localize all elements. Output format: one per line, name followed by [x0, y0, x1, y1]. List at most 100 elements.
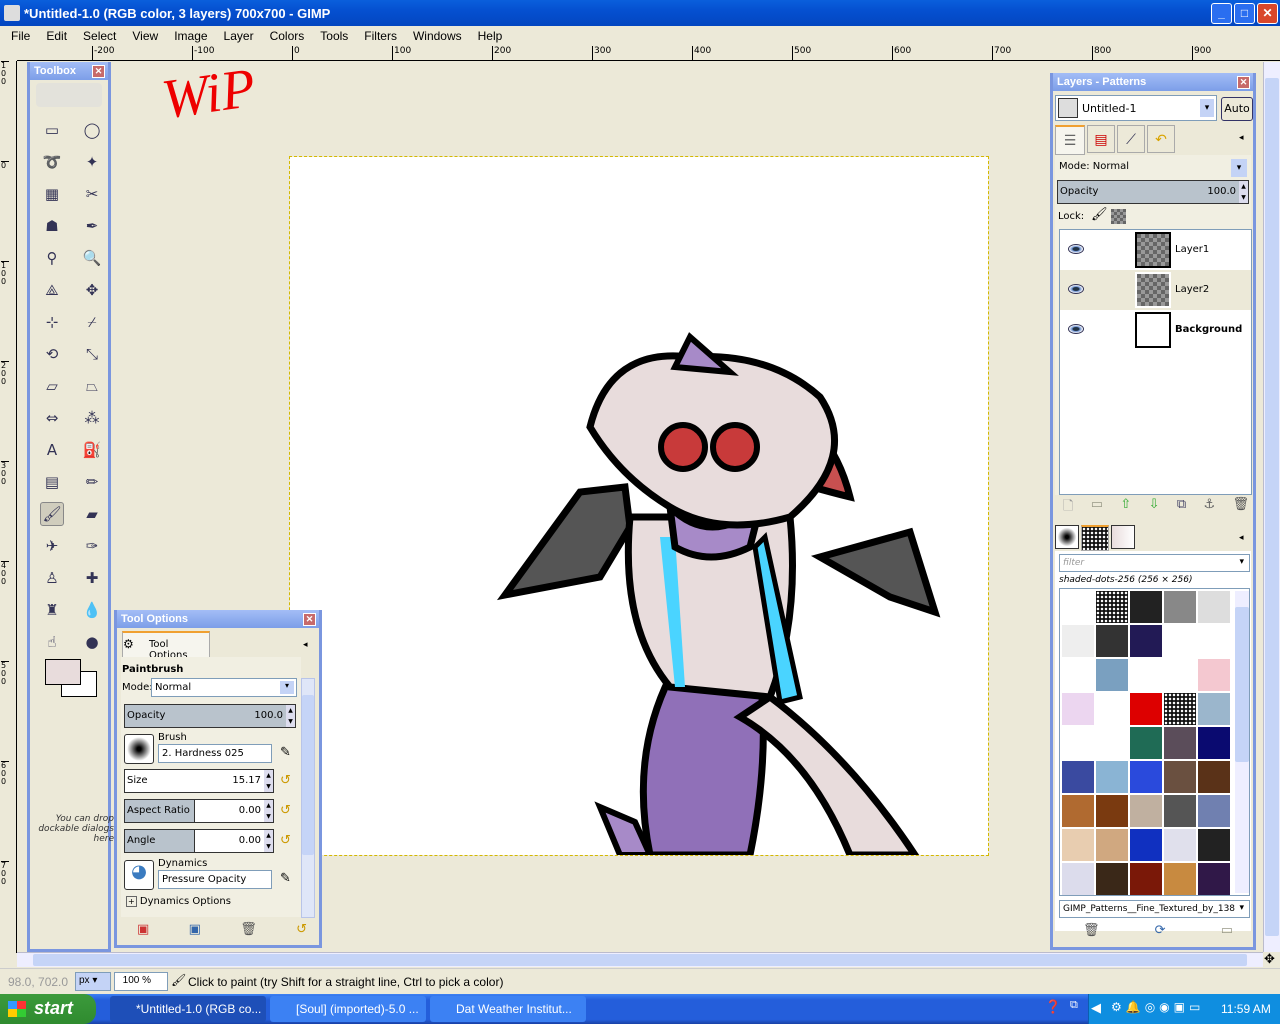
blend-tool-icon[interactable]: ▤: [40, 470, 64, 494]
cage-tool-icon[interactable]: ⁂: [80, 406, 104, 430]
tray-collapse-icon[interactable]: ◀: [1091, 1000, 1101, 1016]
pattern-swatch[interactable]: [1062, 829, 1094, 861]
pattern-filter-input[interactable]: filter ▾: [1059, 554, 1250, 572]
pattern-swatch[interactable]: [1096, 693, 1128, 725]
delete-layer-icon[interactable]: 🗑: [1232, 497, 1249, 519]
eye-visibility-icon[interactable]: [1068, 284, 1084, 294]
pattern-swatch[interactable]: [1164, 591, 1196, 623]
reset-options-icon[interactable]: ↺: [296, 922, 307, 937]
perspective-clone-tool-icon[interactable]: ♜: [40, 598, 64, 622]
perspective-tool-icon[interactable]: ⏢: [80, 374, 104, 398]
pattern-swatch[interactable]: [1164, 863, 1196, 895]
rotate-tool-icon[interactable]: ⟲: [40, 342, 64, 366]
paths-tool-icon[interactable]: ✒: [80, 214, 104, 238]
ink-tool-icon[interactable]: ✑: [80, 534, 104, 558]
save-options-icon[interactable]: ▣: [137, 922, 149, 937]
foreground-select-tool-icon[interactable]: ☗: [40, 214, 64, 238]
pattern-swatch[interactable]: [1096, 863, 1128, 895]
pattern-swatch[interactable]: [1164, 829, 1196, 861]
taskbar-item-soul[interactable]: [Soul] (imported)-5.0 ...: [270, 996, 426, 1022]
menu-layer[interactable]: Layer: [216, 29, 262, 43]
unit-dropdown[interactable]: px ▾: [75, 972, 111, 991]
size-spinner[interactable]: ▲ ▼: [264, 770, 273, 792]
taskbar-item-chrome[interactable]: Dat Weather Institut...: [430, 996, 586, 1022]
delete-options-icon[interactable]: 🗑: [240, 922, 257, 937]
pattern-swatch[interactable]: [1096, 761, 1128, 793]
color-picker-tool-icon[interactable]: ⚲: [40, 246, 64, 270]
pattern-tag-dropdown[interactable]: GIMP_Patterns__Fine_Textured_by_138 ▾: [1059, 900, 1250, 918]
lock-pixels-icon[interactable]: 🖌: [1091, 207, 1108, 222]
angle-spinner[interactable]: ▲ ▼: [264, 830, 273, 852]
tab-gradients[interactable]: [1111, 525, 1135, 549]
menu-image[interactable]: Image: [166, 29, 215, 43]
pattern-swatch[interactable]: [1198, 829, 1230, 861]
tab-paths[interactable]: ⟋: [1117, 125, 1145, 153]
menu-tools[interactable]: Tools: [312, 29, 356, 43]
tab-tool-options[interactable]: Tool Options: [122, 631, 210, 661]
layer-opacity-spinner[interactable]: ▲ ▼: [1239, 181, 1248, 203]
vertical-ruler[interactable]: 1 0 0 0 1 0 0 2 0 0 3 0 0 4 0 0 5 0 0 6 0 0 7 0 …: [0, 61, 17, 953]
blur-tool-icon[interactable]: 💧: [80, 598, 104, 622]
pattern-swatch[interactable]: [1096, 727, 1128, 759]
pattern-swatch[interactable]: [1198, 761, 1230, 793]
pattern-swatch[interactable]: [1164, 625, 1196, 657]
pattern-swatch[interactable]: [1062, 761, 1094, 793]
color-select-tool-icon[interactable]: ▦: [40, 182, 64, 206]
menu-select[interactable]: Select: [75, 29, 124, 43]
scale-tool-icon[interactable]: ⤡: [80, 342, 104, 366]
fuzzy-select-tool-icon[interactable]: ✦: [80, 150, 104, 174]
image-canvas[interactable]: [289, 156, 989, 859]
dodge-burn-tool-icon[interactable]: ●: [80, 630, 104, 654]
clone-tool-icon[interactable]: ♙: [40, 566, 64, 590]
new-layer-group-icon[interactable]: ▭: [1091, 497, 1103, 519]
pattern-swatch[interactable]: [1096, 829, 1128, 861]
image-selector[interactable]: Untitled-1 ▾: [1055, 95, 1217, 121]
pattern-swatch[interactable]: [1062, 693, 1094, 725]
vertical-scrollbar[interactable]: [1263, 62, 1280, 952]
open-pattern-folder-icon[interactable]: ▭: [1221, 923, 1233, 938]
tab-undo-history[interactable]: ↶: [1147, 125, 1175, 153]
text-tool-icon[interactable]: A: [40, 438, 64, 462]
pattern-swatch[interactable]: [1198, 795, 1230, 827]
bucket-fill-tool-icon[interactable]: ⛽: [80, 438, 104, 462]
measure-tool-icon[interactable]: ⟁: [40, 278, 64, 302]
reset-angle-icon[interactable]: ↺: [280, 833, 296, 849]
tab-channels[interactable]: ▤: [1087, 125, 1115, 153]
help-icon[interactable]: ❓: [1045, 1000, 1061, 1015]
horizontal-ruler[interactable]: -200 -100 0 100 200 300 400 500 600 700 800 900: [17, 45, 1280, 61]
language-bar-icon[interactable]: ⧉: [1070, 998, 1078, 1012]
pattern-swatch[interactable]: [1130, 727, 1162, 759]
pencil-tool-icon[interactable]: ✏: [80, 470, 104, 494]
pattern-swatch[interactable]: [1062, 659, 1094, 691]
reset-size-icon[interactable]: ↺: [280, 773, 296, 789]
new-layer-icon[interactable]: 🗋: [1063, 497, 1073, 519]
minimize-button[interactable]: _: [1211, 3, 1232, 24]
crop-tool-icon[interactable]: ⌿: [80, 310, 104, 334]
menu-edit[interactable]: Edit: [38, 29, 75, 43]
zoom-tool-icon[interactable]: 🔍: [80, 246, 104, 270]
pattern-swatch[interactable]: [1130, 591, 1162, 623]
tab-patterns[interactable]: [1081, 525, 1109, 551]
mode-dropdown[interactable]: Normal ▾: [151, 678, 297, 697]
rect-select-tool-icon[interactable]: ▭: [40, 118, 64, 142]
lower-layer-icon[interactable]: ⇩: [1149, 497, 1160, 519]
tab-brushes[interactable]: [1055, 525, 1079, 549]
options-scrollbar[interactable]: [301, 678, 315, 918]
pattern-swatch[interactable]: [1198, 863, 1230, 895]
pattern-swatch[interactable]: [1062, 727, 1094, 759]
foreground-color-swatch[interactable]: [45, 659, 81, 685]
pattern-swatch[interactable]: [1130, 829, 1162, 861]
scissors-tool-icon[interactable]: ✂: [80, 182, 104, 206]
paintbrush-tool-icon[interactable]: 🖌: [40, 502, 64, 526]
taskbar-item-gimp[interactable]: *Untitled-1.0 (RGB co...: [110, 996, 266, 1022]
size-slider[interactable]: Size 15.17 ▲ ▼: [124, 769, 274, 793]
pattern-swatch[interactable]: [1062, 591, 1094, 623]
eye-visibility-icon[interactable]: [1068, 324, 1084, 334]
pattern-swatch[interactable]: [1164, 693, 1196, 725]
dynamics-options-expander[interactable]: + Dynamics Options: [126, 896, 231, 907]
pattern-swatch[interactable]: [1130, 659, 1162, 691]
close-icon[interactable]: ✕: [1237, 76, 1250, 89]
tab-menu-icon[interactable]: ◂: [1239, 533, 1244, 543]
pattern-swatch[interactable]: [1062, 625, 1094, 657]
pattern-swatch[interactable]: [1130, 761, 1162, 793]
